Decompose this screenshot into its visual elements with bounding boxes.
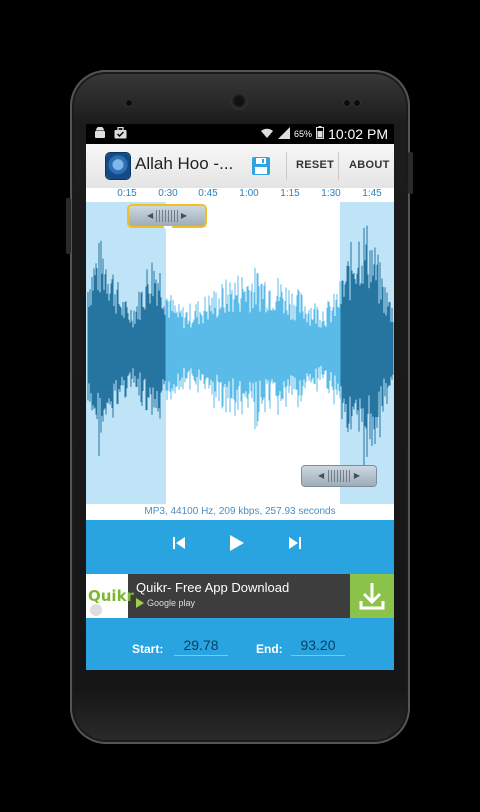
screen: 65% 10:02 PM Allah Hoo -... RESET ABOUT … [86, 124, 394, 670]
play-icon[interactable] [229, 534, 249, 556]
signal-icon [278, 126, 291, 142]
end-field[interactable]: 93.20 [291, 637, 345, 656]
range-bar: Start: 29.78 End: 93.20 [86, 618, 394, 670]
sensor-dot [354, 100, 360, 106]
power-button [408, 152, 413, 194]
ad-info-icon [90, 604, 102, 616]
about-button[interactable]: ABOUT [349, 159, 390, 171]
right-arrow-icon: ▶ [180, 211, 187, 220]
app-icon[interactable] [106, 153, 130, 179]
tick-label: 1:30 [321, 188, 341, 199]
start-label: Start: [132, 642, 164, 656]
google-play-icon [136, 598, 144, 608]
tick-label: 0:30 [158, 188, 178, 199]
divider [286, 152, 287, 180]
end-handle[interactable]: ◀ ▶ [302, 466, 376, 486]
ad-logo-text: Quikr [88, 587, 134, 605]
waveform [87, 225, 394, 471]
end-label: End: [256, 642, 283, 656]
sensor-dot [344, 100, 350, 106]
sensor-dot [126, 100, 132, 106]
tick-label: 0:15 [117, 188, 137, 199]
reset-button[interactable]: RESET [296, 159, 334, 171]
start-pointer [163, 226, 173, 232]
front-camera [232, 94, 246, 108]
ad-subtitle-text: Google play [147, 598, 196, 608]
clock: 10:02 PM [328, 126, 388, 142]
tick-label: 1:00 [239, 188, 259, 199]
start-handle[interactable]: ◀ ▶ [129, 206, 205, 226]
ad-banner[interactable]: Quikr Quikr- Free App Download Google pl… [86, 574, 394, 618]
left-arrow-icon: ◀ [147, 211, 154, 220]
grip-icon [328, 470, 350, 482]
briefcase-icon [114, 126, 127, 143]
battery-percent: 65% [294, 129, 313, 139]
grip-icon [156, 210, 178, 222]
battery-icon [316, 126, 325, 142]
tick-label: 1:15 [280, 188, 300, 199]
volume-button [66, 198, 71, 254]
save-icon[interactable] [251, 156, 271, 176]
divider [338, 152, 339, 180]
ad-logo: Quikr [86, 574, 134, 618]
start-field[interactable]: 29.78 [174, 637, 228, 656]
download-button[interactable] [350, 574, 394, 618]
ad-title: Quikr- Free App Download [136, 580, 290, 595]
waveform-view[interactable]: ◀ ▶ ◀ ▶ [86, 202, 394, 504]
next-icon[interactable] [288, 536, 308, 558]
right-arrow-icon: ▶ [353, 471, 360, 480]
left-arrow-icon: ◀ [318, 471, 325, 480]
wifi-icon [260, 127, 274, 142]
audio-info: MP3, 44100 Hz, 209 kbps, 257.93 seconds [86, 504, 394, 520]
ad-subtitle: Google play [136, 598, 195, 608]
status-bar: 65% 10:02 PM [86, 124, 394, 144]
app-title: Allah Hoo -... [135, 154, 234, 173]
playback-controls [86, 520, 394, 574]
android-icon [94, 126, 106, 143]
tick-label: 0:45 [198, 188, 218, 199]
action-bar: Allah Hoo -... RESET ABOUT [86, 144, 394, 189]
tick-label: 1:45 [362, 188, 382, 199]
previous-icon[interactable] [172, 536, 192, 558]
download-icon [359, 583, 385, 610]
